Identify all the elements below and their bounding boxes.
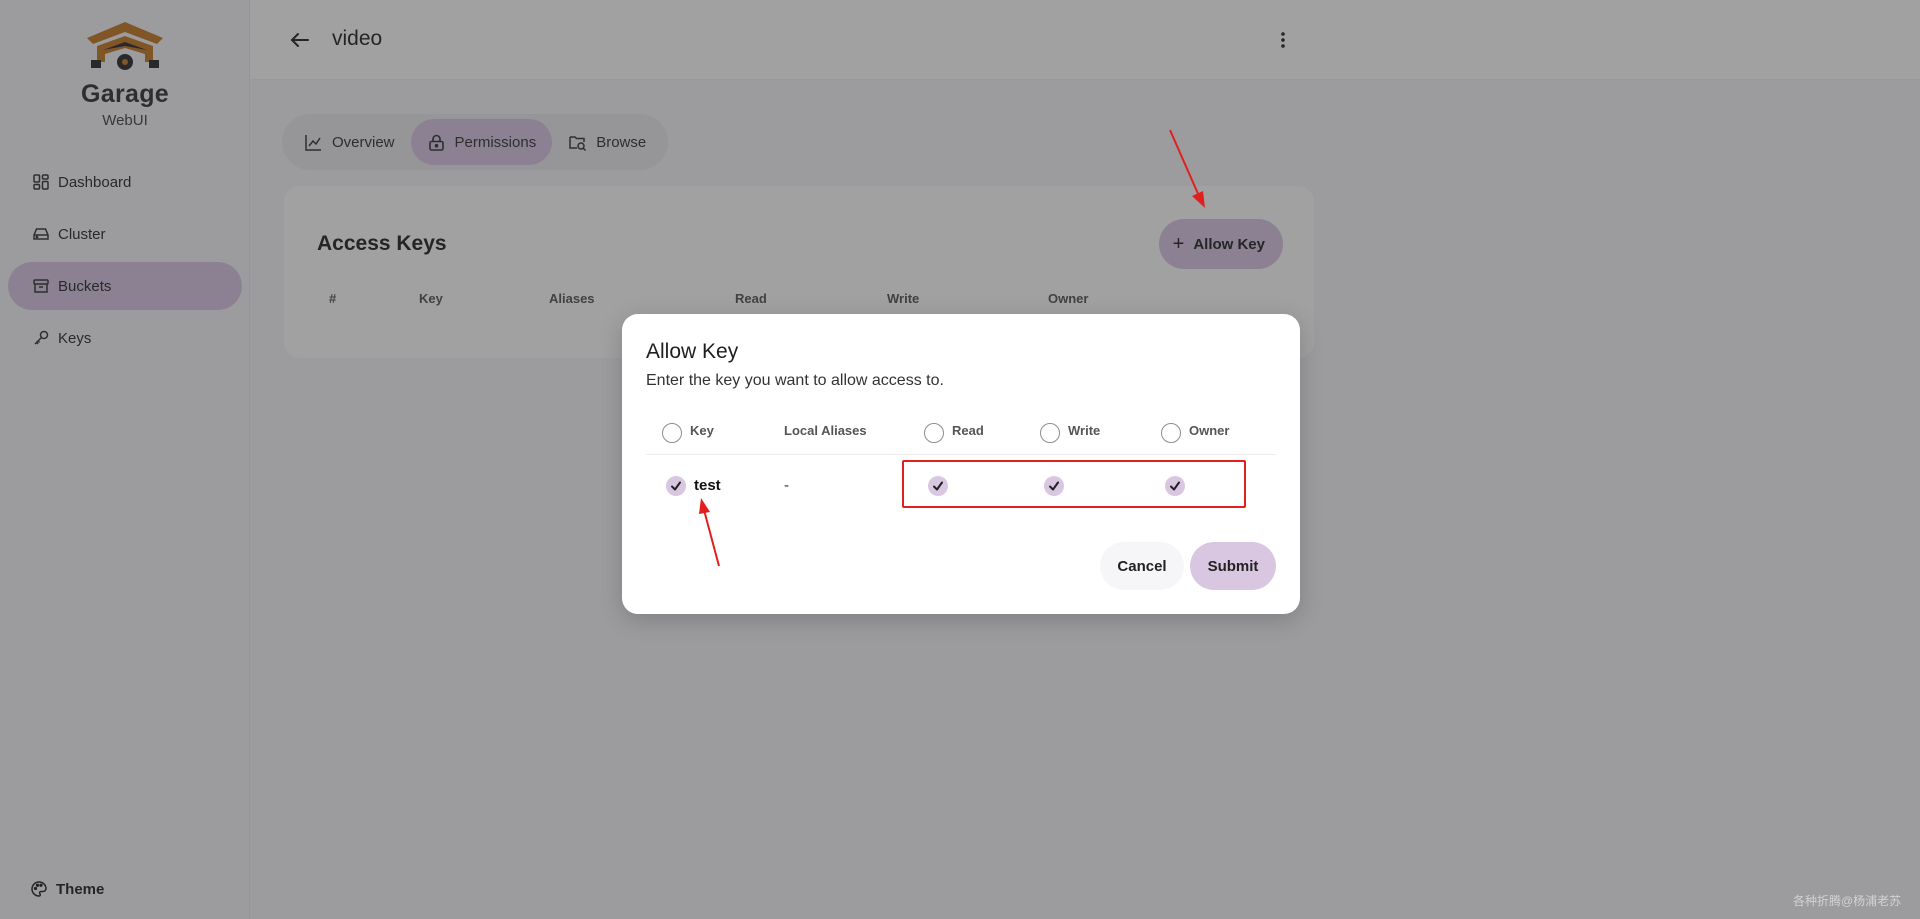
column-key: Key	[690, 423, 714, 438]
column-write: Write	[1068, 423, 1101, 438]
write-all-checkbox[interactable]	[1040, 423, 1060, 443]
key-aliases: -	[784, 477, 789, 494]
dialog-description: Enter the key you want to allow access t…	[646, 372, 944, 389]
column-local-aliases: Local Aliases	[784, 423, 867, 438]
owner-all-checkbox[interactable]	[1161, 423, 1181, 443]
key-name: test	[694, 477, 721, 494]
column-owner: Owner	[1189, 423, 1230, 438]
watermark: 各种折腾@杨浦老苏	[1793, 894, 1902, 908]
permissions-highlight-box	[902, 460, 1246, 508]
allow-key-dialog: Allow Key Enter the key you want to allo…	[622, 314, 1300, 614]
select-all-checkbox[interactable]	[662, 423, 682, 443]
row-select-checkbox[interactable]	[666, 476, 686, 496]
read-all-checkbox[interactable]	[924, 423, 944, 443]
submit-button[interactable]: Submit	[1190, 542, 1276, 590]
column-read: Read	[952, 423, 984, 438]
dialog-title: Allow Key	[646, 340, 739, 363]
check-icon	[671, 481, 681, 491]
cancel-button[interactable]: Cancel	[1100, 542, 1184, 590]
row-divider	[646, 454, 1276, 455]
